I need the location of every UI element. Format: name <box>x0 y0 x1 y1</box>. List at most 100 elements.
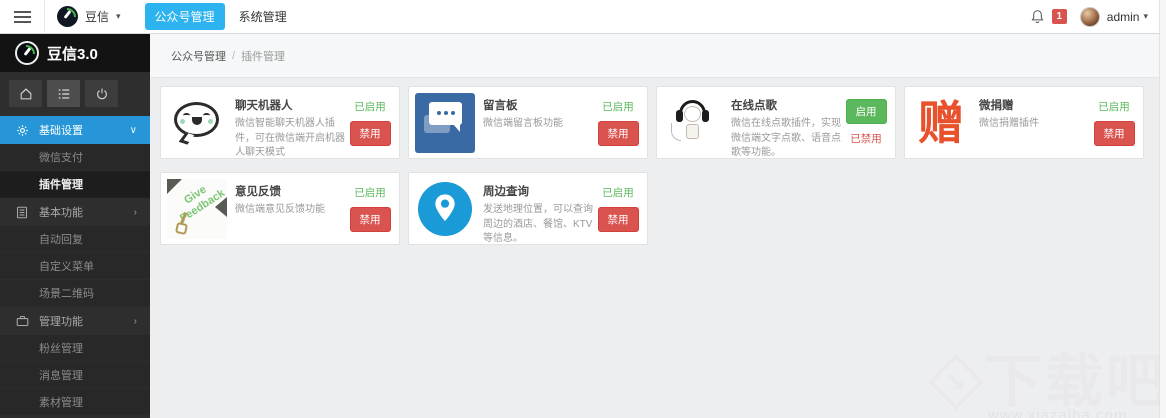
sidebar-item-management-functions[interactable]: 管理功能 › <box>0 307 150 335</box>
content-header: 公众号管理 / 插件管理 <box>150 34 1159 78</box>
location-pin-icon <box>415 178 475 239</box>
user-avatar[interactable] <box>1079 6 1100 27</box>
plugin-card-donation: 赠 微捐赠 微信捐赠插件 已启用 禁用 <box>904 86 1144 159</box>
sidebar-item-label: 自定义菜单 <box>39 261 94 273</box>
hamburger-menu-icon[interactable] <box>0 0 44 33</box>
watermark-url: www.xiazaiba.com <box>987 407 1128 418</box>
douxin-logo-icon <box>15 41 39 65</box>
plugin-card-feedback: Give Feedback 意见反馈 微信端意见反馈功能 已启用 禁用 <box>160 172 400 245</box>
plugin-description: 微信端意见反馈功能 <box>235 204 325 215</box>
main-content: 聊天机器人 微信智能聊天机器人插件，可在微信端开启机器人聊天模式 已启用 禁用 … <box>150 78 1164 418</box>
sidebar-item-message-management[interactable]: 消息管理 <box>0 362 150 389</box>
watermark-title: 下载吧 <box>983 349 1166 414</box>
sidebar-icon-row <box>0 72 150 116</box>
plugin-cards: 聊天机器人 微信智能聊天机器人插件，可在微信端开启机器人聊天模式 已启用 禁用 … <box>160 86 1149 245</box>
sidebar-item-label: 场景二维码 <box>39 288 94 300</box>
sidebar-item-label: 基本功能 <box>39 207 83 219</box>
sidebar-item-label: 管理功能 <box>39 316 83 328</box>
chevron-down-icon: ▾ <box>1143 11 1148 21</box>
list-panel-icon <box>15 206 29 219</box>
list-icon-button[interactable] <box>47 80 80 107</box>
plugin-card-nearby-search: 周边查询 发送地理位置，可以查询周边的酒店、餐馆、KTV等信息。 已启用 禁用 <box>408 172 648 245</box>
status-badge: 已启用 <box>602 187 634 199</box>
plugin-description: 微信端留言板功能 <box>483 118 563 129</box>
breadcrumb-parent-link[interactable]: 公众号管理 <box>171 48 226 64</box>
plugin-description: 微信在线点歌插件，实现微信端文字点歌、语音点歌等功能。 <box>731 118 841 158</box>
sidebar-header: 豆信3.0 <box>0 34 150 72</box>
sidebar-item-custom-menu[interactable]: 自定义菜单 <box>0 253 150 280</box>
donation-character-icon: 赠 <box>911 92 971 153</box>
sidebar-item-auto-reply[interactable]: 自动回复 <box>0 226 150 253</box>
chevron-right-icon: › <box>133 315 137 327</box>
sidebar-item-basic-settings[interactable]: 基础设置 ∨ <box>0 116 150 144</box>
notification-count-badge: 1 <box>1051 9 1067 24</box>
topbar: 豆信 ▾ 公众号管理 系统管理 1 admin ▾ <box>0 0 1166 34</box>
sidebar-item-plugin-management[interactable]: 插件管理 <box>0 171 150 198</box>
sidebar-brand: 豆信3.0 <box>47 45 98 63</box>
plugin-card-message-board: 留言板 微信端留言板功能 已启用 禁用 <box>408 86 648 159</box>
status-badge: 已禁用 <box>850 133 882 145</box>
topbar-tabs: 公众号管理 系统管理 <box>144 3 297 30</box>
plugin-card-chat-robot: 聊天机器人 微信智能聊天机器人插件，可在微信端开启机器人聊天模式 已启用 禁用 <box>160 86 400 159</box>
breadcrumb-separator: / <box>232 49 236 62</box>
sidebar-item-label: 素材管理 <box>39 397 83 409</box>
briefcase-icon <box>15 315 29 327</box>
plugin-title: 周边查询 <box>483 186 529 198</box>
breadcrumb-current: 插件管理 <box>241 50 286 63</box>
plugin-title: 微捐赠 <box>979 100 1014 112</box>
status-badge: 已启用 <box>1098 101 1130 113</box>
plugin-description: 微信智能聊天机器人插件，可在微信端开启机器人聊天模式 <box>235 118 345 158</box>
sidebar: 豆信3.0 基础设置 ∨ 微信支付 插件管理 基本功能 › 自动回复 自定义菜单… <box>0 34 150 418</box>
douxin-logo-icon <box>57 6 78 27</box>
disable-plugin-button[interactable]: 禁用 <box>597 121 639 146</box>
status-badge: 已启用 <box>354 101 386 113</box>
sidebar-item-label: 微信支付 <box>39 152 83 164</box>
gear-icon <box>15 124 29 137</box>
sidebar-item-wechat-pay[interactable]: 微信支付 <box>0 144 150 171</box>
give-feedback-icon: Give Feedback <box>167 178 227 239</box>
topbar-right: 1 admin ▾ <box>1030 6 1166 27</box>
tab-official-account-management[interactable]: 公众号管理 <box>144 3 225 30</box>
chevron-down-icon: ∨ <box>129 124 137 136</box>
sidebar-item-label: 基础设置 <box>39 125 83 137</box>
plugin-title: 在线点歌 <box>731 100 777 112</box>
chat-robot-icon <box>167 92 227 153</box>
status-badge: 已启用 <box>354 187 386 199</box>
sidebar-item-label: 插件管理 <box>39 179 83 191</box>
power-icon-button[interactable] <box>85 80 118 107</box>
sidebar-item-fans-management[interactable]: 粉丝管理 <box>0 335 150 362</box>
username-label: admin <box>1106 9 1140 24</box>
plugin-description: 发送地理位置，可以查询周边的酒店、餐馆、KTV等信息。 <box>483 204 593 244</box>
vertical-scrollbar[interactable] <box>1159 0 1166 418</box>
sidebar-item-label: 自动回复 <box>39 234 83 246</box>
disable-plugin-button[interactable]: 禁用 <box>1093 121 1135 146</box>
user-dropdown[interactable]: admin ▾ <box>1107 10 1148 24</box>
status-badge: 已启用 <box>602 101 634 113</box>
sidebar-item-label: 粉丝管理 <box>39 343 83 355</box>
download-logo-icon: ↘ <box>927 353 985 411</box>
sidebar-item-basic-functions[interactable]: 基本功能 › <box>0 198 150 226</box>
sidebar-item-material-management[interactable]: 素材管理 <box>0 389 150 416</box>
watermark: ↘ 下载吧 www.xiazaiba.com <box>927 349 1166 418</box>
plugin-title: 意见反馈 <box>235 186 281 198</box>
plugin-card-online-song: 在线点歌 微信在线点歌插件，实现微信端文字点歌、语音点歌等功能。 启用 已禁用 <box>656 86 896 159</box>
plugin-description: 微信捐赠插件 <box>979 118 1039 129</box>
sidebar-item-scene-qrcode[interactable]: 场景二维码 <box>0 280 150 307</box>
home-icon-button[interactable] <box>9 80 42 107</box>
enable-plugin-button[interactable]: 启用 <box>845 99 887 124</box>
headphones-listener-icon <box>663 92 723 153</box>
disable-plugin-button[interactable]: 禁用 <box>349 207 391 232</box>
message-board-icon <box>415 92 475 153</box>
breadcrumb: 公众号管理 / 插件管理 <box>171 48 285 64</box>
tab-system-management[interactable]: 系统管理 <box>229 3 297 30</box>
notification-bell-icon[interactable] <box>1030 9 1045 25</box>
chevron-down-icon: ▾ <box>116 11 121 21</box>
disable-plugin-button[interactable]: 禁用 <box>349 121 391 146</box>
brand-name: 豆信 <box>85 10 110 24</box>
sidebar-item-label: 消息管理 <box>39 370 83 382</box>
brand-dropdown[interactable]: 豆信 ▾ <box>45 0 139 33</box>
chevron-right-icon: › <box>133 206 137 218</box>
plugin-title: 留言板 <box>483 100 518 112</box>
plugin-title: 聊天机器人 <box>235 100 293 112</box>
disable-plugin-button[interactable]: 禁用 <box>597 207 639 232</box>
